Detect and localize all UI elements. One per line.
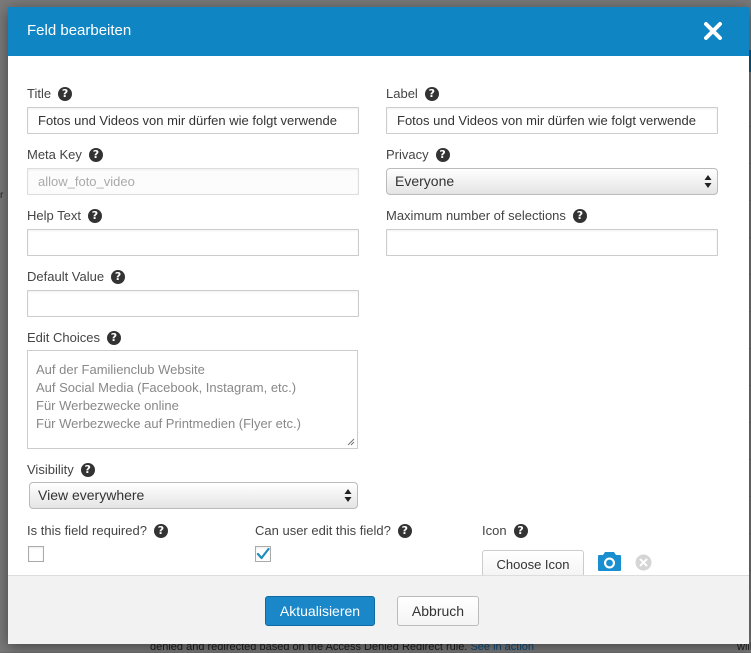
edit-field-modal: Feld bearbeiten Title ? Fotos und Videos…	[8, 7, 749, 644]
help-icon[interactable]: ?	[424, 86, 439, 101]
visibility-select[interactable]: View everywhere	[29, 482, 358, 509]
editable-label: Can user edit this field? ?	[255, 523, 412, 538]
title-input[interactable]: Fotos und Videos von mir dürfen wie folg…	[27, 107, 359, 134]
default-value-label: Default Value ?	[27, 269, 126, 284]
update-button[interactable]: Aktualisieren	[265, 596, 375, 626]
cancel-button[interactable]: Abbruch	[397, 596, 479, 626]
help-icon[interactable]: ?	[58, 86, 73, 101]
background-left-fragment: r	[0, 190, 4, 201]
required-label: Is this field required? ?	[27, 523, 168, 538]
modal-header: Feld bearbeiten	[8, 7, 749, 56]
help-icon[interactable]: ?	[153, 523, 168, 538]
edit-choices-label: Edit Choices ?	[27, 330, 121, 345]
required-checkbox[interactable]	[28, 546, 44, 562]
remove-icon[interactable]	[635, 554, 652, 571]
help-icon[interactable]: ?	[435, 147, 450, 162]
select-arrows-icon	[704, 175, 712, 188]
help-icon[interactable]: ?	[572, 208, 587, 223]
edit-choices-textarea[interactable]: Auf der Familienclub Website Auf Social …	[27, 350, 358, 449]
help-icon[interactable]: ?	[106, 330, 121, 345]
close-button[interactable]	[703, 21, 723, 41]
resize-handle-icon[interactable]	[347, 438, 355, 446]
meta-key-label: Meta Key ?	[27, 147, 103, 162]
help-icon[interactable]: ?	[87, 208, 102, 223]
help-icon[interactable]: ?	[397, 523, 412, 538]
default-value-input[interactable]	[27, 290, 359, 317]
visibility-label: Visibility ?	[27, 462, 95, 477]
title-label: Title ?	[27, 86, 73, 101]
max-selections-input[interactable]	[386, 229, 718, 256]
checkmark-icon	[256, 547, 270, 560]
help-icon[interactable]: ?	[80, 462, 95, 477]
camera-icon	[598, 552, 621, 571]
choice-line: Auf der Familienclub Website	[36, 362, 205, 377]
choose-icon-button[interactable]: Choose Icon	[482, 550, 584, 575]
meta-key-input[interactable]: allow_foto_video	[27, 168, 359, 195]
select-arrows-icon	[344, 489, 352, 502]
help-icon[interactable]: ?	[88, 147, 103, 162]
close-icon	[704, 22, 722, 40]
modal-title: Feld bearbeiten	[27, 22, 132, 39]
modal-body: Title ? Fotos und Videos von mir dürfen …	[8, 56, 749, 575]
privacy-label: Privacy ?	[386, 147, 450, 162]
choice-line: Auf Social Media (Facebook, Instagram, e…	[36, 380, 297, 395]
max-selections-label: Maximum number of selections ?	[386, 208, 587, 223]
choice-line: Für Werbezwecke online	[36, 398, 179, 413]
label-label: Label ?	[386, 86, 439, 101]
help-text-label: Help Text ?	[27, 208, 102, 223]
help-icon[interactable]: ?	[111, 269, 126, 284]
help-text-input[interactable]	[27, 229, 359, 256]
privacy-select[interactable]: Everyone	[386, 168, 718, 195]
choice-line: Für Werbezwecke auf Printmedien (Flyer e…	[36, 416, 301, 431]
icon-label: Icon ?	[482, 523, 528, 538]
modal-footer: Aktualisieren Abbruch	[8, 575, 749, 644]
help-icon[interactable]: ?	[513, 523, 528, 538]
label-input[interactable]: Fotos und Videos von mir dürfen wie folg…	[386, 107, 718, 134]
editable-checkbox[interactable]	[255, 546, 271, 562]
